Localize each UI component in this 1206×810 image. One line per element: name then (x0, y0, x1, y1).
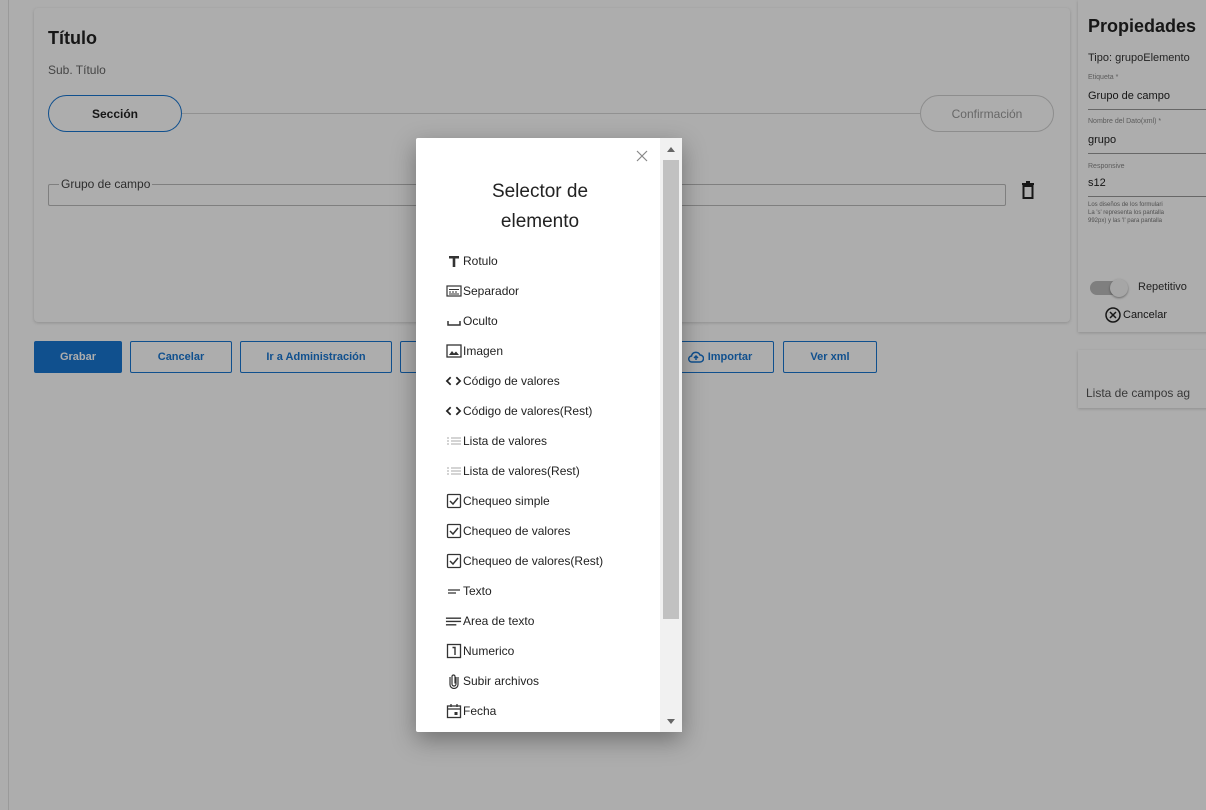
close-icon[interactable] (634, 148, 650, 164)
element-option-label: Rotulo (463, 254, 498, 268)
checkbox-icon (445, 493, 462, 510)
short-text-icon (445, 583, 462, 600)
element-option-label: Numerico (463, 644, 515, 658)
checkbox-icon (445, 523, 462, 540)
element-selector-modal: Selector de elemento Rotulo Separador Ocul… (416, 138, 682, 732)
modal-title-line2: elemento (500, 211, 580, 232)
separator-icon (445, 283, 462, 300)
element-option-label: Código de valores (463, 374, 560, 388)
space-bar-icon (445, 313, 462, 330)
element-option-label: Lista de valores(Rest) (463, 464, 580, 478)
text-format-icon (445, 253, 462, 270)
element-option-label: Oculto (463, 314, 498, 328)
element-option[interactable]: Numerico (445, 641, 514, 661)
element-option-label: Fecha (463, 704, 497, 718)
element-option[interactable]: Chequeo de valores (445, 521, 570, 541)
element-option-label: Chequeo simple (463, 494, 550, 508)
element-option[interactable]: Subir archivos (445, 671, 539, 691)
checkbox-icon (445, 553, 462, 570)
page: Título Sub. Título Sección Confirmación … (0, 0, 1206, 810)
element-option-label: Separador (463, 284, 520, 298)
element-option-label: Texto (463, 584, 492, 598)
image-icon (445, 343, 462, 360)
modal-scrollbar-thumb[interactable] (663, 160, 679, 619)
attach-file-icon (445, 673, 462, 690)
element-option[interactable]: Rotulo (445, 251, 498, 271)
code-icon (445, 373, 462, 390)
element-option[interactable]: Separador (445, 281, 519, 301)
element-option[interactable]: Chequeo de valores(Rest) (445, 551, 603, 571)
notes-icon (445, 613, 462, 630)
element-option-label: Chequeo de valores (463, 524, 571, 538)
scroll-down-arrow[interactable] (667, 719, 675, 724)
element-option-label: Subir archivos (463, 674, 540, 688)
scroll-up-arrow[interactable] (667, 147, 675, 152)
element-option[interactable]: Lista de valores (445, 431, 547, 451)
element-option-label: Chequeo de valores(Rest) (463, 554, 604, 568)
list-icon (445, 433, 462, 450)
element-option-label: Código de valores(Rest) (463, 404, 593, 418)
calendar-icon (445, 703, 462, 720)
element-option[interactable]: Chequeo simple (445, 491, 550, 511)
element-option[interactable]: Código de valores (445, 371, 560, 391)
element-option-label: Imagen (463, 344, 504, 358)
element-option[interactable]: Area de texto (445, 611, 534, 631)
code-icon (445, 403, 462, 420)
list-icon (445, 463, 462, 480)
number-box-icon (445, 643, 462, 660)
element-option[interactable]: Fecha (445, 701, 496, 721)
element-option-label: Lista de valores (463, 434, 548, 448)
element-option[interactable]: Código de valores(Rest) (445, 401, 592, 421)
element-option-label: Area de texto (463, 614, 535, 628)
element-option[interactable]: Imagen (445, 341, 503, 361)
element-option[interactable]: Oculto (445, 311, 498, 331)
element-option[interactable]: Lista de valores(Rest) (445, 461, 580, 481)
modal-title: Selector de elemento (416, 177, 664, 237)
modal-title-line1: Selector de (491, 181, 589, 202)
element-option[interactable]: Texto (445, 581, 492, 601)
